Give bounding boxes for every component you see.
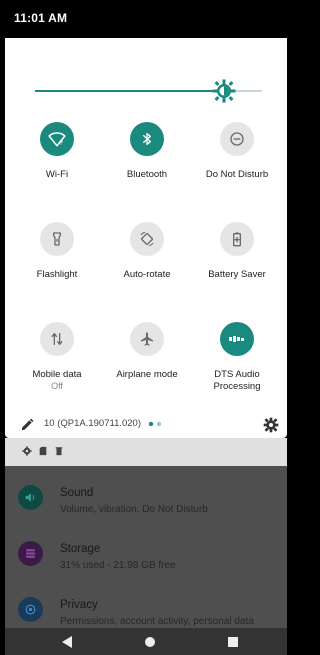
airplane-icon <box>130 322 164 356</box>
status-bar: 11:01 AM <box>0 0 287 40</box>
tile-label: Do Not Disturb <box>205 169 269 180</box>
sd-card-icon <box>39 446 47 456</box>
tile-dts-audio[interactable]: DTS Audio Processing <box>192 322 282 393</box>
privacy-icon <box>18 597 43 622</box>
settings-item-title: Sound <box>60 487 94 499</box>
mobile-data-icon <box>40 322 74 356</box>
svg-text:?: ? <box>59 140 63 146</box>
tile-auto-rotate[interactable]: Auto-rotate <box>102 222 192 281</box>
dts-icon <box>220 322 254 356</box>
tile-label: Flashlight <box>36 269 78 280</box>
edit-icon[interactable] <box>20 418 34 432</box>
do-not-disturb-icon <box>220 122 254 156</box>
auto-rotate-icon <box>130 222 164 256</box>
settings-item-sound[interactable]: Sound Volume, vibration, Do Not Disturb <box>5 471 287 523</box>
storage-icon <box>18 541 43 566</box>
brightness-icon[interactable] <box>212 79 236 103</box>
page-indicator-icon <box>148 421 162 427</box>
tile-airplane-mode[interactable]: Airplane mode <box>102 322 192 381</box>
settings-item-subtitle: 31% used - 21.98 GB free <box>60 560 176 571</box>
bluetooth-icon <box>130 122 164 156</box>
settings-list-scrim: Sound Volume, vibration, Do Not Disturb … <box>5 466 287 628</box>
settings-gear-icon[interactable] <box>263 417 279 433</box>
tile-label: Battery Saver <box>208 269 266 280</box>
settings-item-title: Storage <box>60 543 101 555</box>
tile-sublabel: Off <box>51 381 63 391</box>
tile-label: Mobile data <box>32 369 82 380</box>
navigation-bar <box>5 628 287 655</box>
battery-saver-icon <box>220 222 254 256</box>
build-number[interactable]: 10 (QP1A.190711.020) <box>44 418 141 429</box>
tile-wifi[interactable]: ? Wi-Fi <box>12 122 102 181</box>
tile-label: Auto-rotate <box>123 269 171 280</box>
tile-label: Wi-Fi <box>45 169 69 180</box>
tile-bluetooth[interactable]: Bluetooth <box>102 122 192 181</box>
tile-mobile-data[interactable]: Mobile data Off <box>12 322 102 392</box>
tile-label: Airplane mode <box>116 369 178 380</box>
home-icon[interactable] <box>145 637 155 647</box>
quick-settings-panel: ? Wi-Fi Bluetooth Do Not Disturb Flashli… <box>5 38 287 438</box>
settings-item-subtitle: Permissions, account activity, personal … <box>60 616 254 627</box>
tile-label: Bluetooth <box>126 169 168 180</box>
back-icon[interactable] <box>61 636 73 648</box>
tile-label: DTS Audio Processing <box>213 369 261 392</box>
status-time: 11:01 AM <box>14 11 68 25</box>
wifi-icon: ? <box>40 122 74 156</box>
flashlight-icon <box>40 222 74 256</box>
settings-small-icon <box>22 446 32 456</box>
tile-flashlight[interactable]: Flashlight <box>12 222 102 281</box>
settings-item-privacy[interactable]: Privacy Permissions, account activity, p… <box>5 583 287 628</box>
brightness-slider-filled[interactable] <box>35 90 225 92</box>
sound-icon <box>18 485 43 510</box>
tile-do-not-disturb[interactable]: Do Not Disturb <box>192 122 282 181</box>
settings-item-subtitle: Volume, vibration, Do Not Disturb <box>60 504 208 515</box>
tile-battery-saver[interactable]: Battery Saver <box>192 222 282 281</box>
settings-item-title: Privacy <box>60 599 98 611</box>
notification-icon-strip <box>5 438 287 466</box>
qs-footer: 10 (QP1A.190711.020) <box>5 412 287 438</box>
recents-icon[interactable] <box>228 637 238 647</box>
trash-icon <box>55 447 63 456</box>
settings-item-storage[interactable]: Storage 31% used - 21.98 GB free <box>5 527 287 579</box>
